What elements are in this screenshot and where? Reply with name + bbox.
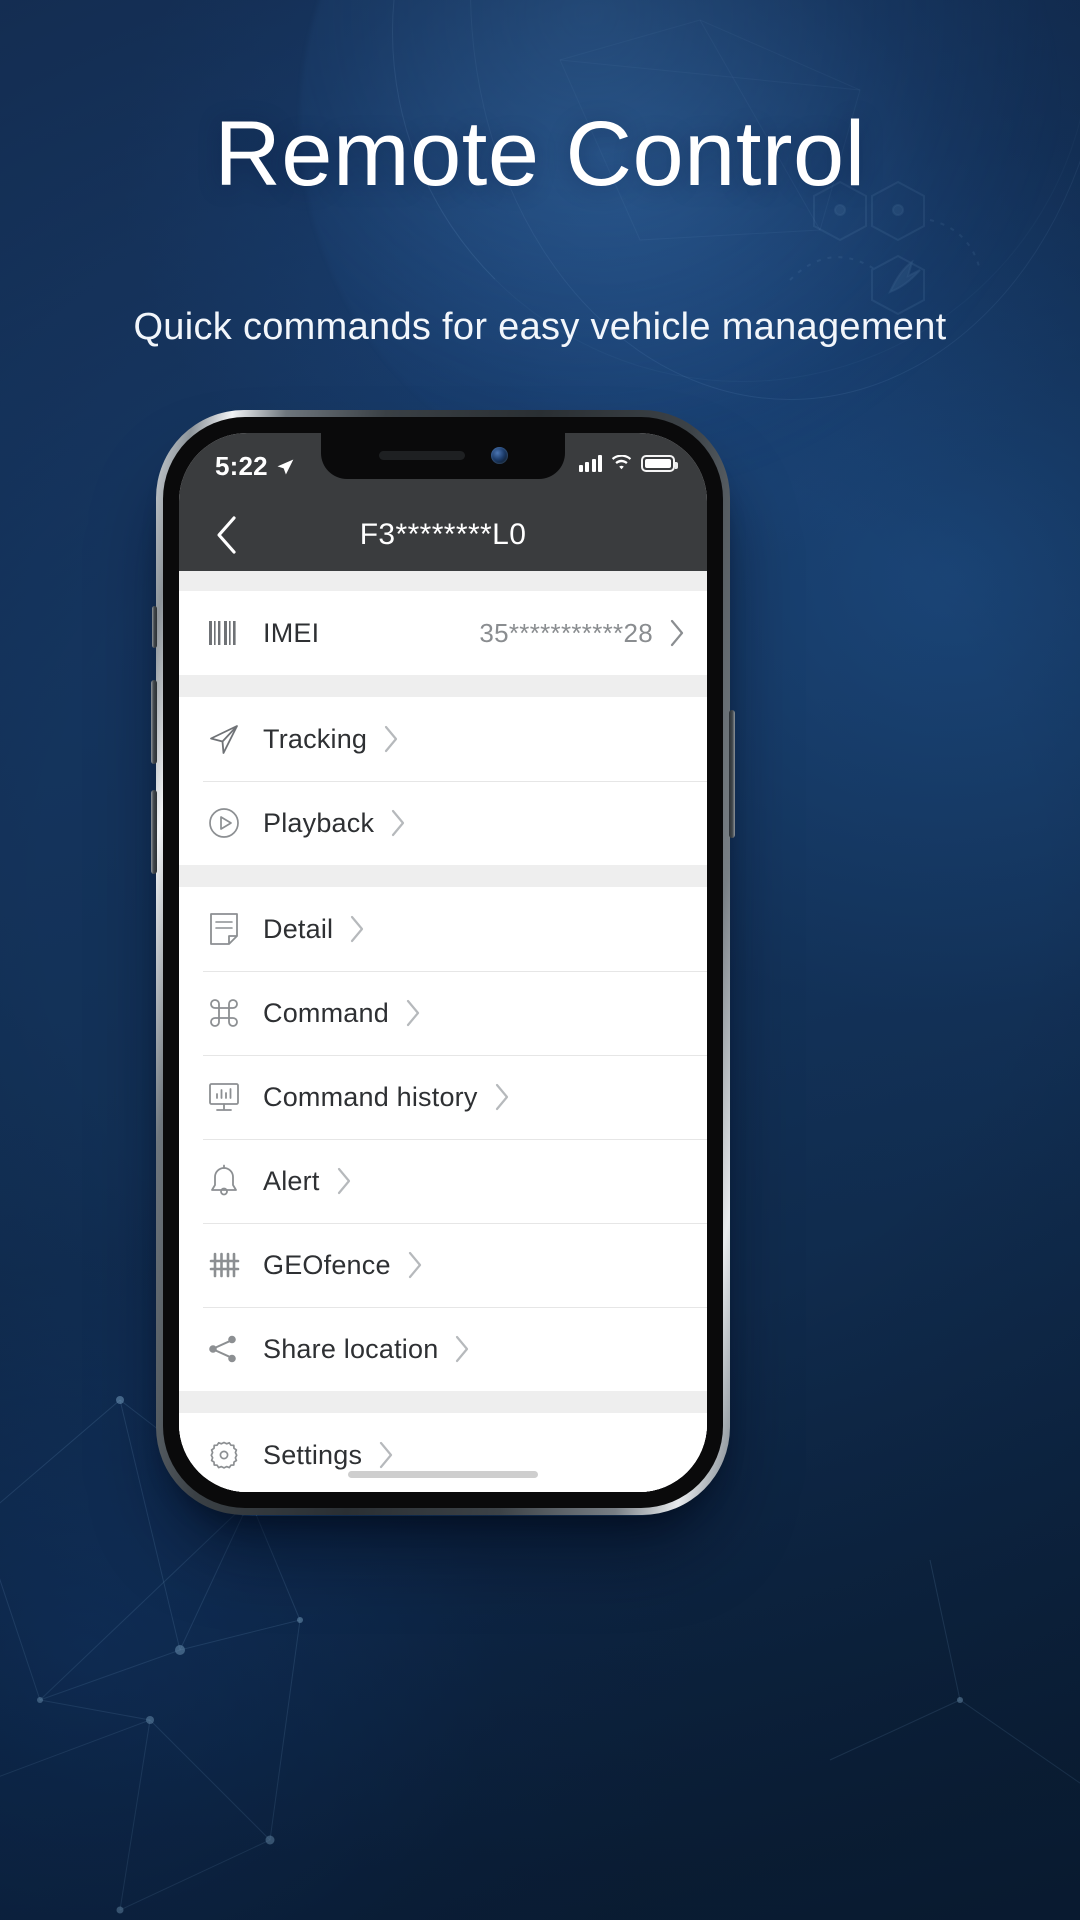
status-bar: 5:22 [179, 433, 707, 499]
list-item-label: GEOfence [263, 1249, 391, 1280]
power-button[interactable] [729, 710, 735, 838]
front-camera-icon [490, 446, 508, 464]
play-circle-icon [203, 802, 245, 844]
chevron-right-icon [336, 1167, 352, 1195]
list-item-detail[interactable]: Detail [179, 887, 707, 971]
chevron-left-icon [217, 516, 236, 554]
chevron-right-icon [349, 915, 365, 943]
phone-mockup: 5:22 F3********L0 IMEI 35***********28 T… [151, 410, 735, 1515]
home-indicator[interactable] [348, 1471, 538, 1478]
share-icon [203, 1328, 245, 1370]
list-group-features: Detail Command Command history Alert GEO… [179, 887, 707, 1391]
list-spacer [179, 675, 707, 697]
list-item-command[interactable]: Command [179, 971, 707, 1055]
list-item-label: Command history [263, 1081, 478, 1112]
screen-title: F3********L0 [359, 518, 527, 551]
list-item-label: Alert [263, 1165, 320, 1196]
list-item-label: Settings [263, 1439, 363, 1470]
phone-screen: 5:22 F3********L0 IMEI 35***********28 T… [179, 433, 707, 1492]
back-button[interactable] [205, 513, 249, 557]
document-icon [203, 908, 245, 950]
chevron-right-icon [454, 1335, 470, 1363]
navigation-bar: F3********L0 [179, 499, 707, 571]
bell-icon [203, 1160, 245, 1202]
chevron-right-icon [407, 1251, 423, 1279]
status-bar-time-label: 5:22 [215, 451, 268, 481]
wifi-icon [611, 455, 632, 470]
list-item-label: Detail [263, 913, 334, 944]
phone-notch [321, 433, 565, 479]
list-spacer [179, 1391, 707, 1413]
status-bar-time: 5:22 [215, 451, 295, 482]
chevron-right-icon [390, 809, 406, 837]
list-item-command-history[interactable]: Command history [179, 1055, 707, 1139]
chevron-right-icon [405, 999, 421, 1027]
settings-list: IMEI 35***********28 Tracking Playback D… [179, 571, 707, 1492]
list-item-label: Share location [263, 1333, 439, 1364]
list-group-settings: Settings [179, 1413, 707, 1492]
navigation-arrow-icon [203, 718, 245, 760]
monitor-chart-icon [203, 1076, 245, 1118]
volume-down-button[interactable] [151, 790, 157, 874]
phone-bezel: 5:22 F3********L0 IMEI 35***********28 T… [163, 417, 723, 1508]
list-item-share-location[interactable]: Share location [179, 1307, 707, 1391]
list-group-tracking: Tracking Playback [179, 697, 707, 865]
list-item-label: IMEI [263, 617, 320, 648]
status-bar-indicators [578, 455, 678, 472]
earpiece-speaker-icon [378, 450, 465, 460]
chevron-right-icon [383, 725, 399, 753]
list-item-geofence[interactable]: GEOfence [179, 1223, 707, 1307]
list-item-alert[interactable]: Alert [179, 1139, 707, 1223]
list-item-label: Tracking [263, 723, 368, 754]
gear-icon [203, 1434, 245, 1476]
list-item-tracking[interactable]: Tracking [179, 697, 707, 781]
volume-up-button[interactable] [151, 680, 157, 764]
list-spacer [179, 865, 707, 887]
chevron-right-icon [669, 619, 685, 647]
mute-switch[interactable] [152, 606, 157, 648]
imei-value: 35***********28 [479, 617, 653, 648]
chevron-right-icon [378, 1441, 394, 1469]
phone-frame: 5:22 F3********L0 IMEI 35***********28 T… [151, 410, 735, 1515]
fence-grid-icon [203, 1244, 245, 1286]
location-arrow-icon [277, 459, 294, 474]
list-group-imei: IMEI 35***********28 [179, 591, 707, 675]
battery-full-icon [641, 455, 678, 472]
command-icon [203, 992, 245, 1034]
list-item-label: Playback [263, 807, 375, 838]
page-title: Remote Control [214, 103, 866, 205]
list-item-playback[interactable]: Playback [179, 781, 707, 865]
list-item-imei[interactable]: IMEI 35***********28 [179, 591, 707, 675]
list-spacer [179, 571, 707, 591]
barcode-icon [203, 612, 245, 654]
list-item-label: Command [263, 997, 389, 1028]
chevron-right-icon [494, 1083, 510, 1111]
list-item-settings[interactable]: Settings [179, 1413, 707, 1492]
cellular-signal-icon [578, 455, 602, 472]
page-subtitle: Quick commands for easy vehicle manageme… [133, 306, 947, 348]
